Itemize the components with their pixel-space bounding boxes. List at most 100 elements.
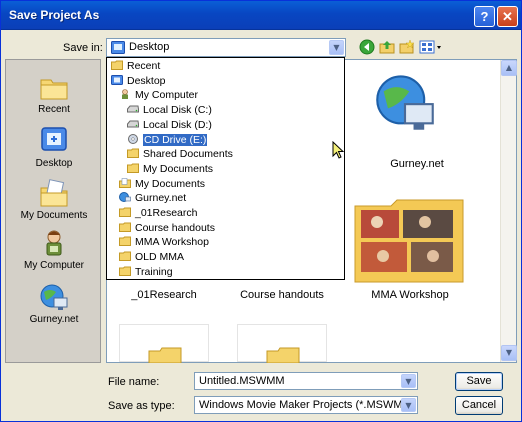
file-item-folder[interactable]	[237, 324, 327, 363]
dropdown-item[interactable]: OLD MMA	[119, 251, 184, 263]
place-gurney-net-label: Gurney.net	[29, 314, 79, 325]
dropdown-item-label: Shared Documents	[143, 148, 233, 161]
network-icon	[119, 192, 131, 203]
recent-folder-icon	[40, 79, 68, 100]
place-recent-label: Recent	[38, 104, 70, 115]
up-folder-icon[interactable]	[379, 39, 395, 55]
place-gurney-net[interactable]: Gurney.net	[6, 282, 102, 325]
dropdown-item-label: MMA Workshop	[135, 236, 209, 249]
save-in-value: Desktop	[129, 41, 170, 53]
place-recent[interactable]: Recent	[6, 72, 102, 115]
folder-icon	[119, 222, 131, 232]
dropdown-item[interactable]: MMA Workshop	[119, 236, 209, 248]
desktop-icon	[41, 127, 67, 151]
save-project-dialog: Save Project As ? ✕ Save in: Desktop ▼ R…	[0, 0, 522, 422]
network-icon	[376, 75, 434, 130]
drive-icon	[127, 105, 139, 113]
save-as-type-select[interactable]: Windows Movie Maker Projects (*.MSWMM) ▼	[194, 396, 418, 414]
window-title: Save Project As	[9, 8, 100, 22]
views-menu-icon[interactable]	[419, 39, 443, 55]
drive-icon	[127, 120, 139, 128]
folder-icon	[148, 347, 182, 363]
save-as-type-label: Save as type:	[108, 400, 175, 412]
file-label-course-handouts: Course handouts	[240, 289, 324, 301]
dropdown-item-label: Local Disk (C:)	[143, 104, 212, 117]
place-desktop[interactable]: Desktop	[6, 126, 102, 169]
dropdown-item[interactable]: Training	[119, 266, 173, 278]
scroll-down-icon[interactable]: ▼	[501, 345, 517, 361]
cd-drive-icon	[128, 133, 138, 144]
dropdown-item-label: My Documents	[135, 177, 206, 190]
dropdown-item[interactable]: Local Disk (C:)	[127, 104, 212, 116]
dropdown-item-label: Training	[135, 265, 173, 278]
place-my-documents-label: My Documents	[20, 210, 88, 221]
dropdown-item-label: Course handouts	[135, 221, 215, 234]
vertical-scrollbar[interactable]: ▲ ▼	[500, 60, 517, 362]
folder-icon	[119, 236, 131, 247]
folder-icon	[266, 347, 300, 363]
place-my-computer-label: My Computer	[23, 260, 84, 271]
save-button[interactable]: Save	[455, 372, 503, 391]
save-as-type-value: Windows Movie Maker Projects (*.MSWMM)	[199, 399, 416, 411]
save-in-combobox[interactable]: Desktop ▼	[106, 38, 346, 57]
dropdown-item-label: Local Disk (D:)	[143, 118, 212, 131]
desktop-icon	[111, 74, 123, 85]
dropdown-item[interactable]: Local Disk (D:)	[127, 119, 212, 131]
desktop-icon	[111, 41, 125, 54]
place-my-documents[interactable]: My Documents	[6, 178, 102, 221]
scroll-up-icon[interactable]: ▲	[501, 60, 517, 76]
dropdown-item[interactable]: My Documents	[119, 178, 205, 190]
dropdown-item[interactable]: CD Drive (E:)	[127, 132, 209, 147]
dropdown-item-label: My Computer	[135, 89, 199, 102]
folder-icon	[119, 266, 131, 276]
dropdown-item-label: Recent	[127, 60, 161, 72]
folder-icon	[119, 207, 131, 217]
dropdown-item-label: Gurney.net	[135, 192, 187, 205]
dropdown-item[interactable]: My Computer	[119, 89, 198, 101]
file-name-input[interactable]: Untitled.MSWMM ▼	[194, 372, 418, 390]
chevron-down-icon[interactable]: ▼	[401, 374, 416, 388]
dropdown-item-label: OLD MMA	[135, 251, 185, 264]
file-item-folder[interactable]	[119, 324, 209, 363]
file-name-value: Untitled.MSWMM	[199, 375, 285, 387]
chevron-down-icon[interactable]: ▼	[329, 40, 344, 55]
folder-icon	[127, 148, 139, 159]
dropdown-item[interactable]: _01Research	[119, 207, 197, 219]
my-documents-icon	[40, 179, 68, 207]
places-bar: Recent Desktop My Documents My Computer …	[5, 59, 101, 363]
dropdown-item[interactable]: Recent	[111, 60, 160, 72]
save-in-label: Save in:	[63, 42, 103, 54]
my-documents-icon	[119, 177, 131, 188]
file-label-mma-workshop: MMA Workshop	[371, 289, 449, 301]
save-in-dropdown-list[interactable]: Recent Desktop My Computer Local Disk (C:) L…	[106, 57, 345, 280]
folder-icon	[127, 163, 139, 173]
my-computer-icon	[46, 230, 62, 256]
dropdown-item[interactable]: My Documents	[127, 163, 213, 175]
network-icon	[40, 284, 68, 310]
dropdown-item-label: _01Research	[135, 207, 198, 219]
cancel-button[interactable]: Cancel	[455, 396, 503, 415]
dropdown-item-label: My Documents	[143, 162, 214, 175]
place-my-computer[interactable]: My Computer	[6, 228, 102, 271]
place-desktop-label: Desktop	[35, 158, 73, 169]
dropdown-item[interactable]: Desktop	[111, 74, 166, 87]
new-folder-icon[interactable]	[399, 39, 415, 55]
file-item-mma-workshop[interactable]	[353, 196, 465, 284]
close-button[interactable]: ✕	[497, 6, 518, 27]
my-computer-icon	[122, 89, 128, 100]
dropdown-item[interactable]: Course handouts	[119, 222, 215, 234]
dropdown-item[interactable]: Shared Documents	[127, 148, 233, 160]
folder-icon	[119, 251, 131, 262]
folder-icon	[111, 60, 123, 70]
file-label-01research: _01Research	[131, 289, 197, 301]
title-bar[interactable]: Save Project As ? ✕	[1, 1, 521, 30]
chevron-down-icon[interactable]: ▼	[401, 398, 416, 412]
file-item-gurney-net[interactable]	[352, 66, 470, 158]
mouse-cursor-icon	[332, 141, 345, 159]
back-icon[interactable]	[359, 39, 375, 55]
file-label-gurney-net: Gurney.net	[390, 158, 444, 170]
dropdown-item[interactable]: Gurney.net	[119, 192, 186, 204]
help-button[interactable]: ?	[474, 6, 495, 27]
dropdown-item-label: Desktop	[127, 74, 166, 87]
photo-folder-icon	[354, 199, 464, 283]
